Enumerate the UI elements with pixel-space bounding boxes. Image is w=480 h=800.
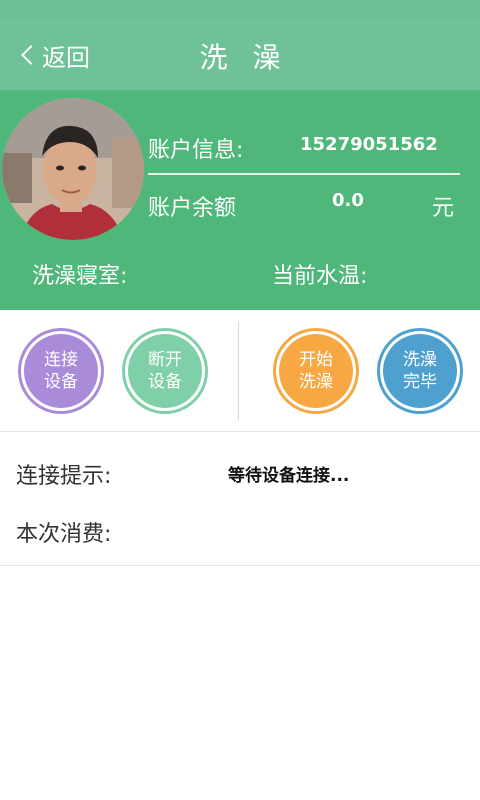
title-bar: 返回 洗 澡 [0,20,480,90]
start-line1: 开始 [299,350,333,370]
dorm-label: 洗澡寝室: [32,264,128,289]
account-panel: 账户信息: 15279051562 账户余额 0.0 元 洗澡寝室: 当前水温: [0,90,480,310]
page-title: 洗 澡 [199,41,289,74]
disconnect-line2: 设备 [148,372,182,392]
avatar[interactable] [2,98,144,240]
divider [148,173,460,175]
connection-hint-value: 等待设备连接... [228,466,350,486]
connect-line2: 设备 [44,372,78,392]
account-balance-value: 0.0 [332,190,364,211]
water-temp-label: 当前水温: [272,264,368,289]
disconnect-line1: 断开 [148,350,182,370]
finish-line1: 洗澡 [403,350,437,370]
action-separator [238,322,239,420]
action-bar: 连接 设备 断开 设备 开始 洗澡 洗澡 完毕 [0,310,480,432]
start-shower-button[interactable]: 开始 洗澡 [273,328,359,414]
account-info-label: 账户信息: [148,138,244,163]
avatar-photo [2,98,144,240]
account-info-value: 15279051562 [300,134,438,155]
session-cost-label: 本次消费: [16,522,112,547]
connect-device-button[interactable]: 连接 设备 [18,328,104,414]
start-line2: 洗澡 [299,372,333,392]
status-bar [0,0,480,20]
finish-shower-button[interactable]: 洗澡 完毕 [377,328,463,414]
status-section: 连接提示: 等待设备连接... 本次消费: [0,432,480,566]
disconnect-device-button[interactable]: 断开 设备 [122,328,208,414]
connection-hint-label: 连接提示: [16,464,112,489]
currency-unit: 元 [432,196,455,221]
finish-line2: 完毕 [403,372,437,392]
connect-line1: 连接 [44,350,78,370]
account-balance-label: 账户余额 [148,196,237,221]
